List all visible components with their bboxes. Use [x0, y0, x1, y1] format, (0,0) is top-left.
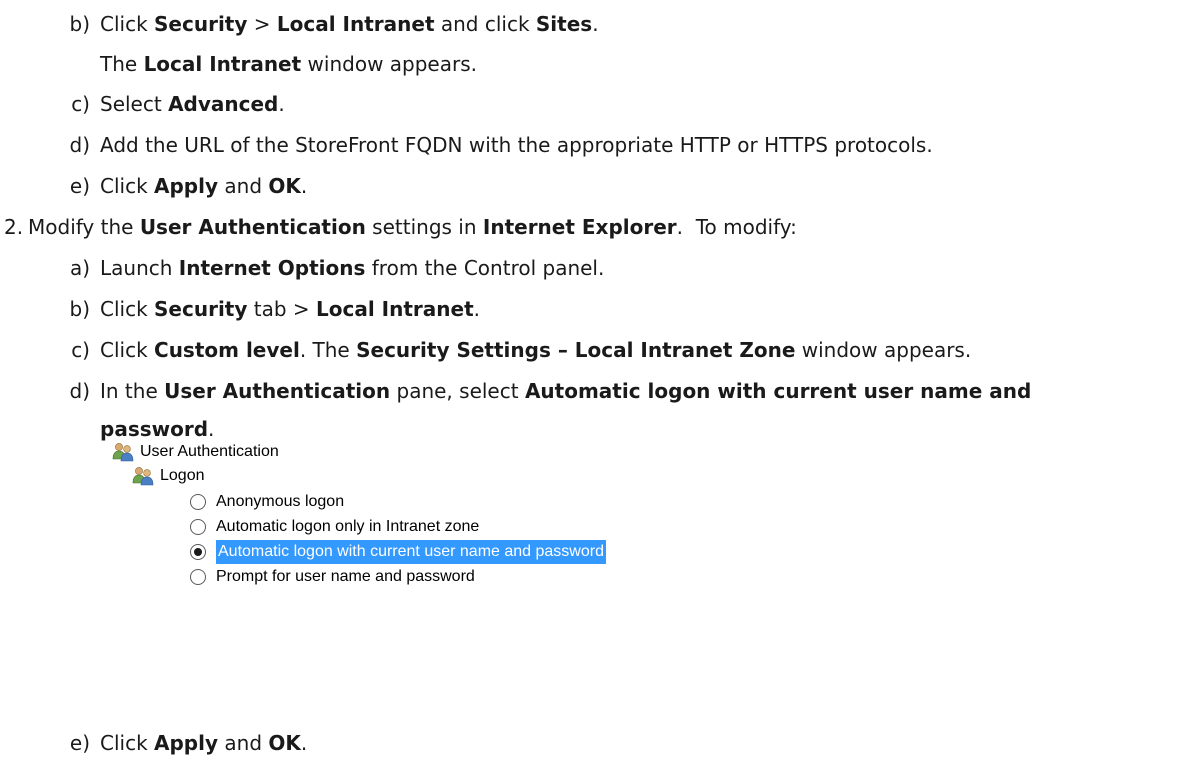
step-2a-launch-options: a) Launch Internet Options from the Contr…	[69, 256, 605, 280]
radio-option-prompt[interactable]: Prompt for user name and password	[190, 565, 475, 589]
tree-label: Logon	[160, 467, 205, 484]
tree-node-user-authentication: User Authentication	[112, 440, 279, 464]
radio-button[interactable]	[190, 494, 206, 510]
list-marker: b)	[69, 12, 91, 36]
step-2d-continuation: password.	[100, 417, 215, 441]
document: b) Click Security > Local Intranet and cl…	[0, 0, 1186, 771]
radio-label-selected: Automatic logon with current user name a…	[216, 540, 606, 564]
radio-button-selected[interactable]	[190, 544, 206, 560]
users-icon	[132, 467, 154, 486]
step-d-add-url: d) Add the URL of the StoreFront FQDN wit…	[69, 133, 933, 157]
user-authentication-settings-screenshot: User Authentication Logon Anonymous logo…	[112, 440, 772, 620]
tree-label: User Authentication	[140, 443, 279, 460]
radio-option-intranet-only[interactable]: Automatic logon only in Intranet zone	[190, 515, 479, 539]
step-2-modify-auth: 2. Modify the User Authentication setting…	[4, 215, 797, 239]
list-marker: b)	[69, 297, 91, 321]
tree-node-logon: Logon	[132, 464, 205, 488]
list-marker: a)	[69, 256, 90, 280]
list-marker: e)	[69, 731, 90, 755]
step-2d-select-automatic: d) In the User Authentication pane, selec…	[69, 379, 1032, 403]
list-marker: 2.	[4, 215, 24, 239]
step-2c-custom-level: c) Click Custom level. The Security Setti…	[68, 336, 971, 364]
radio-option-anonymous[interactable]: Anonymous logon	[190, 490, 344, 514]
radio-label: Anonymous logon	[216, 493, 345, 510]
list-marker: d)	[69, 133, 91, 157]
radio-button[interactable]	[190, 569, 206, 585]
step-2b-security-tab: b) Click Security tab > Local Intranet.	[69, 297, 481, 321]
radio-option-automatic-current-user[interactable]: Automatic logon with current user name a…	[190, 540, 606, 564]
step-e-apply-ok: e) Click Apply and OK.	[69, 174, 308, 198]
step-c-advanced: c) Select Advanced.	[68, 90, 285, 118]
list-marker: c)	[71, 338, 90, 362]
step-b-sites: b) Click Security > Local Intranet and cl…	[69, 12, 599, 36]
list-marker: c)	[71, 92, 90, 116]
list-marker: d)	[69, 379, 91, 403]
step-2e-apply-ok: e) Click Apply and OK.	[69, 731, 308, 755]
radio-button[interactable]	[190, 519, 206, 535]
list-marker: e)	[69, 174, 90, 198]
radio-label: Prompt for user name and password	[216, 568, 475, 585]
users-icon	[112, 443, 134, 462]
step-b-continuation: The Local Intranet window appears.	[100, 52, 477, 76]
radio-label: Automatic logon only in Intranet zone	[216, 518, 480, 535]
